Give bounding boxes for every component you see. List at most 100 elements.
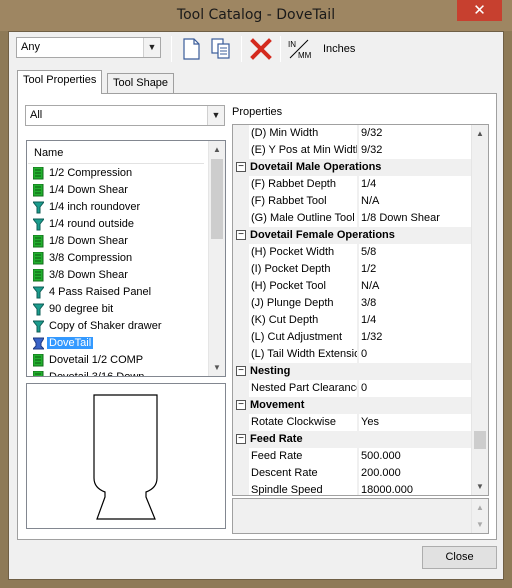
profile-bit-icon <box>33 286 44 299</box>
property-value[interactable]: 9/32 <box>359 142 471 159</box>
property-category[interactable]: − Dovetail Female Operations <box>233 227 471 244</box>
property-row[interactable]: (L) Cut Adjustment 1/32 <box>233 329 471 346</box>
list-item[interactable]: 4 Pass Raised Panel <box>28 284 204 301</box>
copy-tool-button[interactable] <box>208 36 234 62</box>
property-value[interactable]: 18000.000 <box>359 482 471 495</box>
list-item[interactable]: 3/8 Compression <box>28 250 204 267</box>
list-item[interactable]: 1/4 Down Shear <box>28 182 204 199</box>
scrollbar-thumb[interactable] <box>211 159 223 239</box>
collapse-minus-icon[interactable]: − <box>236 366 246 376</box>
scroll-up-icon[interactable]: ▲ <box>209 141 225 158</box>
property-row[interactable]: (F) Rabbet Tool N/A <box>233 193 471 210</box>
property-value[interactable]: 500.000 <box>359 448 471 465</box>
scroll-down-icon[interactable]: ▼ <box>209 359 225 376</box>
list-item[interactable]: Dovetail 3/16 Down <box>28 369 204 376</box>
property-category[interactable]: − Feed Rate <box>233 431 471 448</box>
tab-tool-properties[interactable]: Tool Properties <box>17 70 103 94</box>
property-value[interactable]: 0 <box>359 380 471 397</box>
property-name: (F) Rabbet Tool <box>249 193 358 210</box>
tool-catalog-window: Tool Catalog - DoveTail ✕ Any ▼ IN MM In… <box>0 0 512 588</box>
property-row[interactable]: Spindle Speed 18000.000 <box>233 482 471 495</box>
flat-bit-icon <box>33 235 44 248</box>
property-value[interactable]: 5/8 <box>359 244 471 261</box>
profile-bit-icon <box>33 303 44 316</box>
property-row[interactable]: (L) Tail Width Extension 0 <box>233 346 471 363</box>
property-row[interactable]: (F) Rabbet Depth 1/4 <box>233 176 471 193</box>
new-tool-button[interactable] <box>178 36 204 62</box>
new-document-icon <box>183 38 200 60</box>
tool-name: 3/8 Down Shear <box>49 269 128 281</box>
tool-list-scrollbar[interactable]: ▲ ▼ <box>208 141 225 376</box>
scroll-down-icon[interactable]: ▼ <box>472 478 488 495</box>
property-row[interactable]: (J) Plunge Depth 3/8 <box>233 295 471 312</box>
chevron-down-icon[interactable]: ▼ <box>143 38 160 57</box>
property-row[interactable]: (D) Min Width 9/32 <box>233 125 471 142</box>
dialog-client-area: Any ▼ IN MM Inches Tool Properties Tool … <box>8 31 504 580</box>
scroll-up-icon[interactable]: ▲ <box>472 499 488 516</box>
property-row[interactable]: Nested Part Clearance 0 <box>233 380 471 397</box>
list-item[interactable]: Copy of Shaker drawer <box>28 318 204 335</box>
property-name: (E) Y Pos at Min Width <box>249 142 358 159</box>
category-dropdown[interactable]: All ▼ <box>25 105 225 126</box>
property-name: (I) Pocket Depth <box>249 261 358 278</box>
property-row[interactable]: (H) Pocket Width 5/8 <box>233 244 471 261</box>
property-row[interactable]: (I) Pocket Depth 1/2 <box>233 261 471 278</box>
property-value[interactable]: 1/4 <box>359 312 471 329</box>
property-grid[interactable]: (D) Min Width 9/32 (E) Y Pos at Min Width 9… <box>232 124 489 496</box>
property-row[interactable]: Descent Rate 200.000 <box>233 465 471 482</box>
collapse-minus-icon[interactable]: − <box>236 400 246 410</box>
property-row[interactable]: Feed Rate 500.000 <box>233 448 471 465</box>
tool-list[interactable]: Name 1/2 Compression 1/4 Down Shear 1/4 in… <box>26 140 226 377</box>
chevron-down-icon[interactable]: ▼ <box>207 106 224 125</box>
title-bar[interactable]: Tool Catalog - DoveTail ✕ <box>0 0 512 31</box>
collapse-minus-icon[interactable]: − <box>236 162 246 172</box>
property-value[interactable]: 9/32 <box>359 125 471 142</box>
tool-filter-dropdown[interactable]: Any ▼ <box>16 37 161 58</box>
list-item[interactable]: Dovetail 1/2 COMP <box>28 352 204 369</box>
list-item[interactable]: 1/8 Down Shear <box>28 233 204 250</box>
property-value[interactable]: 3/8 <box>359 295 471 312</box>
list-item[interactable]: 1/4 inch roundover <box>28 199 204 216</box>
property-value[interactable]: 1/32 <box>359 329 471 346</box>
property-row[interactable]: (G) Male Outline Tool 1/8 Down Shear <box>233 210 471 227</box>
window-close-button[interactable]: ✕ <box>457 0 502 21</box>
property-row[interactable]: Rotate Clockwise Yes <box>233 414 471 431</box>
collapse-minus-icon[interactable]: − <box>236 230 246 240</box>
property-value[interactable]: 0 <box>359 346 471 363</box>
scroll-down-icon[interactable]: ▼ <box>472 516 488 533</box>
property-category[interactable]: − Dovetail Male Operations <box>233 159 471 176</box>
list-item[interactable]: 3/8 Down Shear <box>28 267 204 284</box>
tab-tool-shape[interactable]: Tool Shape <box>107 73 175 94</box>
tool-list-header[interactable]: Name <box>28 142 204 164</box>
property-value[interactable]: 1/4 <box>359 176 471 193</box>
delete-tool-button[interactable] <box>248 36 274 62</box>
property-value[interactable]: N/A <box>359 278 471 295</box>
property-category[interactable]: − Movement <box>233 397 471 414</box>
property-value[interactable]: 200.000 <box>359 465 471 482</box>
list-item[interactable]: 90 degree bit <box>28 301 204 318</box>
tool-name: 3/8 Compression <box>49 252 133 264</box>
scroll-up-icon[interactable]: ▲ <box>472 125 488 142</box>
property-value[interactable]: Yes <box>359 414 471 431</box>
property-grid-scrollbar[interactable]: ▲ ▼ <box>471 125 488 495</box>
property-row[interactable]: (K) Cut Depth 1/4 <box>233 312 471 329</box>
units-toggle-button[interactable]: IN MM <box>286 36 316 62</box>
list-item[interactable]: 1/4 round outside <box>28 216 204 233</box>
property-value[interactable]: 1/2 <box>359 261 471 278</box>
property-value[interactable]: 1/8 Down Shear <box>359 210 471 227</box>
property-name: (L) Cut Adjustment <box>249 329 358 346</box>
collapse-minus-icon[interactable]: − <box>236 434 246 444</box>
description-scrollbar[interactable]: ▲ ▼ <box>471 499 488 533</box>
list-item[interactable]: DoveTail <box>28 335 204 352</box>
close-button[interactable]: Close <box>422 546 497 569</box>
property-row[interactable]: (E) Y Pos at Min Width 9/32 <box>233 142 471 159</box>
scrollbar-thumb[interactable] <box>474 431 486 449</box>
property-value[interactable]: N/A <box>359 193 471 210</box>
property-row[interactable]: (H) Pocket Tool N/A <box>233 278 471 295</box>
list-item[interactable]: 1/2 Compression <box>28 165 204 182</box>
property-category[interactable]: − Nesting <box>233 363 471 380</box>
property-name: (G) Male Outline Tool <box>249 210 358 227</box>
property-name: Rotate Clockwise <box>249 414 358 431</box>
toolbar-separator <box>241 36 242 62</box>
units-label: Inches <box>323 43 356 55</box>
